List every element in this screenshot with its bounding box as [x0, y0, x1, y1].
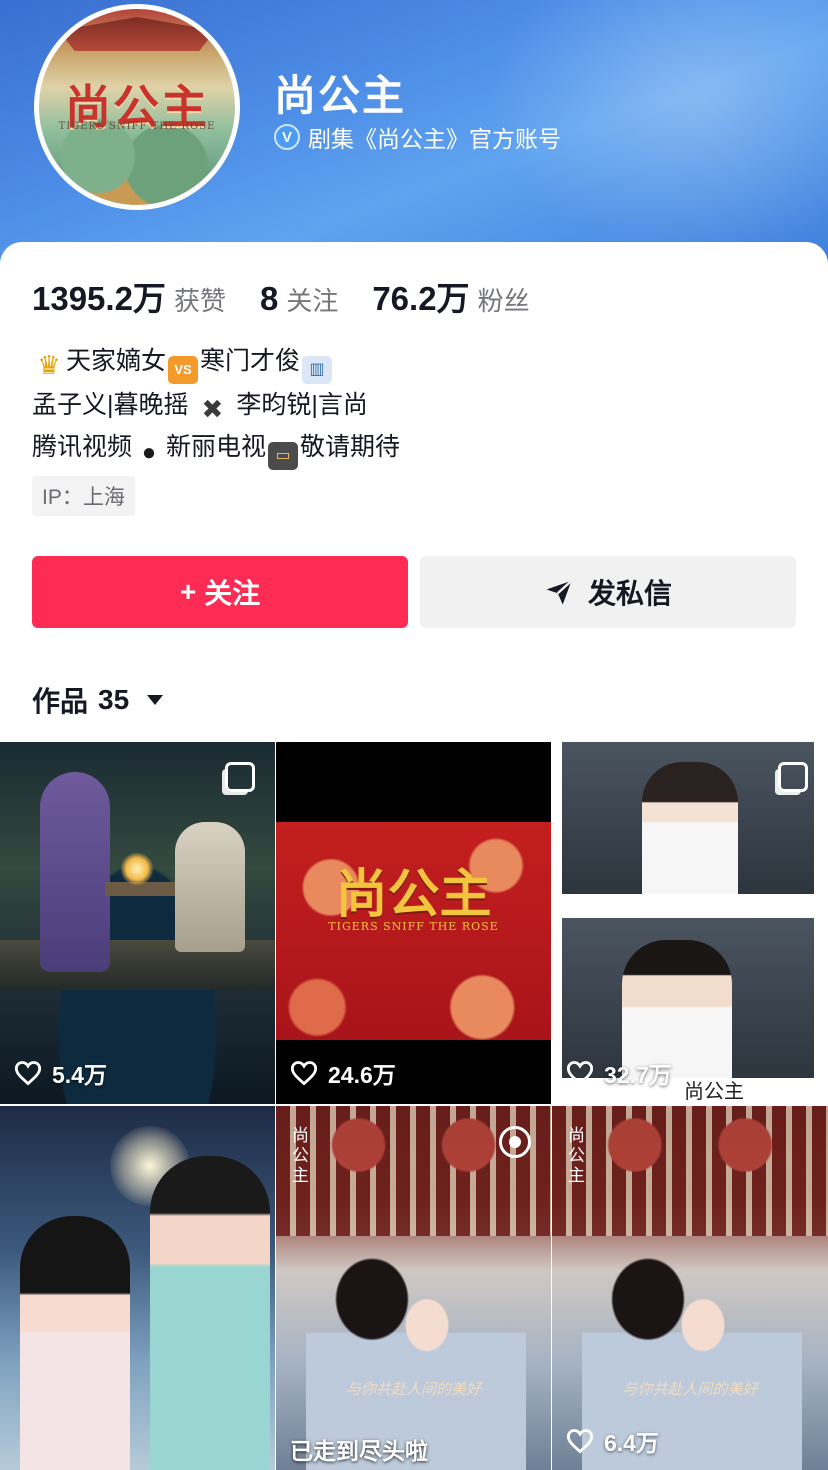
stat-likes[interactable]: 1395.2万 获赞 — [32, 272, 226, 320]
video-tile[interactable] — [0, 1106, 275, 1470]
works-label: 作品 — [32, 686, 89, 717]
scene-figure — [40, 772, 110, 972]
multi-image-icon — [225, 762, 255, 792]
video-tile[interactable]: 尚公主 TIGERS SNIFF THE ROSE 24.6万 — [276, 742, 551, 1104]
works-grid: 5.4万 尚公主 TIGERS SNIFF THE ROSE 24.6万 尚公主… — [0, 742, 828, 1470]
profile-name: 尚公主 — [274, 72, 407, 119]
stat-following[interactable]: 8 关注 — [260, 280, 338, 318]
stat-value: 1395.2万 — [32, 280, 166, 317]
like-value: 6.4万 — [604, 1430, 659, 1456]
message-button[interactable]: 发私信 — [420, 556, 796, 628]
palace-decor — [552, 1106, 828, 1236]
book-icon: ▥ — [302, 356, 333, 384]
verification-text: 剧集《尚公主》官方账号 — [308, 126, 561, 152]
heart-icon — [566, 1061, 594, 1086]
avatar-palace-roof — [59, 17, 215, 51]
live-icon — [499, 1126, 531, 1158]
like-value: 24.6万 — [328, 1062, 396, 1088]
bio-text: 天家嫡女 — [66, 347, 167, 375]
heart-icon — [566, 1429, 594, 1454]
title-subtitle: TIGERS SNIFF THE ROSE — [328, 920, 499, 933]
like-value: 32.7万 — [604, 1062, 672, 1088]
stat-followers[interactable]: 76.2万 粉丝 — [372, 272, 529, 320]
stat-label: 粉丝 — [477, 286, 530, 316]
bio-line-3: 腾讯视频 ● 新丽电视 ▭ 敬请期待 — [32, 426, 400, 470]
works-count: 35 — [98, 684, 130, 715]
like-count: 32.7万 — [566, 1056, 672, 1090]
scene-figure — [20, 1216, 130, 1470]
video-tile[interactable]: 尚公主 与你共赴人间的美好 6.4万 — [552, 1106, 828, 1470]
bio-line-1: ♛ 天家嫡女 VS 寒门才俊 ▥ — [32, 340, 400, 384]
heart-icon — [290, 1061, 318, 1086]
end-of-list-text: 已走到尽头啦 — [290, 1438, 428, 1464]
photo-person — [642, 762, 738, 894]
like-count: 24.6万 — [290, 1056, 396, 1090]
like-count: 5.4万 — [14, 1056, 107, 1090]
avatar[interactable]: 尚公主 TIGERS SNIFF THE ROSE — [34, 4, 240, 210]
cross-mark-icon: ✖ — [201, 394, 224, 424]
like-count: 6.4万 — [566, 1424, 659, 1458]
bio-text: 腾讯视频 — [32, 433, 133, 461]
bio-text: 新丽电视 — [166, 433, 267, 461]
heart-icon — [14, 1061, 42, 1086]
stat-value: 76.2万 — [372, 280, 470, 317]
verification-row: V 剧集《尚公主》官方账号 — [274, 120, 561, 154]
bio-text: 寒门才俊 — [200, 347, 301, 375]
verified-icon: V — [274, 124, 300, 150]
brand-mark: 尚公主 — [568, 1126, 585, 1186]
follow-label: 关注 — [204, 578, 261, 609]
video-tile[interactable]: 尚公主 与你共赴人间的美好 — [276, 1106, 551, 1470]
tv-icon: ▭ — [268, 442, 299, 470]
palace-decor — [276, 1106, 551, 1236]
profile-banner: 尚公主 TIGERS SNIFF THE ROSE 尚公主 V 剧集《尚公主》官… — [0, 0, 828, 268]
send-icon — [546, 579, 573, 605]
bio-text: 孟子义|暮晚摇 — [32, 391, 189, 419]
bio-line-2: 孟子义|暮晚摇 ✖ 李昀锐|言尚 — [32, 384, 400, 426]
title-logo: 尚公主 — [335, 864, 492, 925]
stat-label: 关注 — [286, 286, 339, 316]
avatar-subtitle: TIGERS SNIFF THE ROSE — [58, 121, 216, 132]
video-tile[interactable]: 尚公主 32.7万 — [552, 742, 828, 1104]
scene-figure — [175, 822, 245, 952]
video-tile[interactable]: 5.4万 — [0, 742, 275, 1104]
bio-text: 李昀锐|言尚 — [236, 391, 368, 419]
penguin-icon: ● — [141, 439, 157, 466]
message-label: 发私信 — [587, 578, 672, 609]
follow-button[interactable]: + 关注 — [32, 556, 408, 628]
vs-icon: VS — [168, 356, 199, 384]
brand-mark: 尚公主 — [292, 1126, 309, 1186]
plus-icon: + — [179, 576, 197, 607]
scene-figure — [150, 1156, 270, 1470]
chevron-down-icon — [147, 695, 164, 705]
profile-card: 1395.2万 获赞 8 关注 76.2万 粉丝 ♛ 天家嫡女 VS 寒门才俊 ▥ 孟子… — [0, 242, 828, 742]
lamp-icon — [120, 852, 154, 886]
watermark-text: 尚公主 — [684, 1079, 744, 1103]
ip-location-badge: IP：上海 — [32, 476, 135, 516]
tab-works[interactable]: 作品 35 — [32, 680, 164, 720]
like-value: 5.4万 — [52, 1062, 107, 1088]
video-caption: 与你共赴人间的美好 — [345, 1380, 481, 1398]
video-caption: 与你共赴人间的美好 — [622, 1380, 758, 1398]
stat-value: 8 — [259, 280, 279, 317]
stats-row: 1395.2万 获赞 8 关注 76.2万 粉丝 — [32, 272, 564, 320]
multi-image-icon — [778, 762, 808, 792]
bio: ♛ 天家嫡女 VS 寒门才俊 ▥ 孟子义|暮晚摇 ✖ 李昀锐|言尚 腾讯视频 ● 新丽电视 ▭… — [32, 340, 400, 470]
crown-icon: ♛ — [37, 350, 61, 380]
stat-label: 获赞 — [173, 286, 226, 316]
bio-text: 敬请期待 — [300, 433, 401, 461]
